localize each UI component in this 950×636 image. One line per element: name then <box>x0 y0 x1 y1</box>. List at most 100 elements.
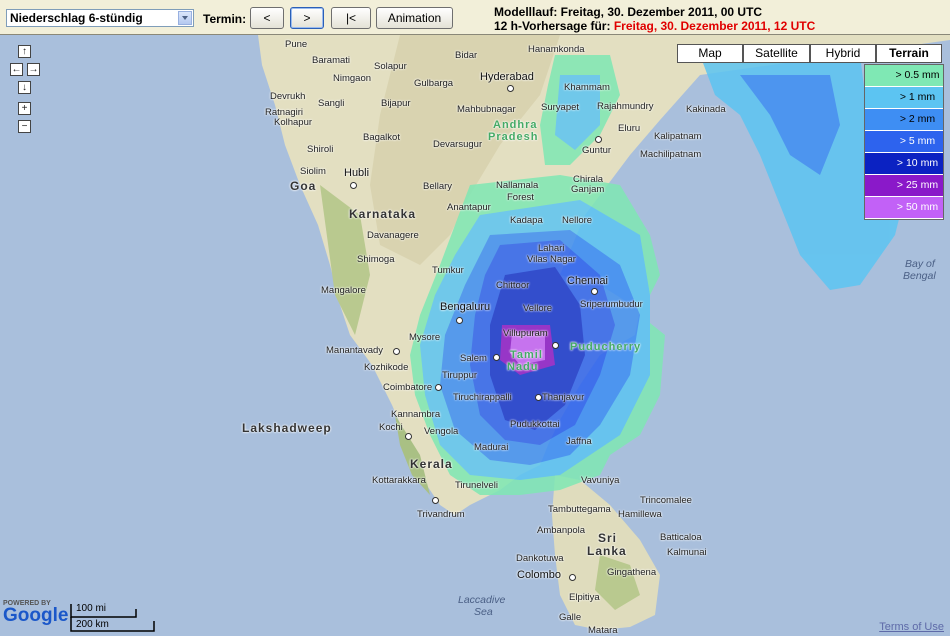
legend-swatch <box>865 197 892 218</box>
place-label: Jaffna <box>566 436 592 447</box>
place-label: Colombo <box>517 569 562 581</box>
maptype-map[interactable]: Map <box>677 44 743 63</box>
place-label: Machilipatnam <box>640 149 702 160</box>
terms-of-use-link[interactable]: Terms of Use <box>879 621 944 633</box>
google-wordmark: Google <box>3 605 69 626</box>
place-label: Pudukkottai <box>510 419 560 430</box>
place-label: Solapur <box>374 61 407 72</box>
chevron-down-icon[interactable] <box>178 11 192 25</box>
place-label: Kadapa <box>510 215 543 226</box>
place-label: Matara <box>588 625 618 636</box>
place-label: Manantavady <box>326 345 384 356</box>
termin-label: Termin: <box>203 12 247 26</box>
place-label: Trincomalee <box>640 495 692 506</box>
maptype-terrain[interactable]: Terrain <box>876 44 942 63</box>
place-label: Chittoor <box>496 280 530 291</box>
precipitation-legend: > 0.5 mm > 1 mm > 2 mm > 5 mm > 10 mm > 25 mm… <box>864 64 944 220</box>
place-label: Vilas Nagar <box>527 254 576 265</box>
pan-right-icon[interactable]: → <box>27 63 40 76</box>
city-marker <box>432 497 439 504</box>
place-label: Guntur <box>582 145 612 156</box>
place-label: Kakinada <box>686 104 726 115</box>
sea-label: Bay of <box>905 258 935 270</box>
place-label: Baramati <box>312 55 351 66</box>
animation-button[interactable]: Animation <box>376 7 453 29</box>
legend-label: > 0.5 mm <box>892 65 943 86</box>
place-label: Kalmunai <box>667 547 707 558</box>
zoom-in-icon[interactable]: + <box>18 102 31 115</box>
place-label: Suryapet <box>541 102 580 113</box>
legend-label: > 50 mm <box>892 197 943 218</box>
place-label: Puducherry <box>570 341 642 353</box>
state-label: Nadu <box>507 361 539 373</box>
scale-miles: 100 mi <box>76 603 107 614</box>
place-label: Kozhikode <box>364 362 409 373</box>
place-label: Forest <box>507 192 534 203</box>
place-label: Hamillewa <box>618 509 662 520</box>
city-marker <box>393 348 400 355</box>
maptype-hybrid[interactable]: Hybrid <box>810 44 876 63</box>
place-label: Salem <box>460 353 487 364</box>
zoom-out-icon[interactable]: − <box>18 120 31 133</box>
place-label: Kannambra <box>391 409 441 420</box>
maptype-satellite[interactable]: Satellite <box>743 44 810 63</box>
legend-label: > 5 mm <box>892 131 943 152</box>
place-label: Devrukh <box>270 91 306 102</box>
map-canvas[interactable]: ↑ ← → ↓ + − Map Satellite Hybrid Terrain… <box>0 35 950 636</box>
country-label: Sri <box>598 531 618 545</box>
city-marker <box>595 136 602 143</box>
place-label: Mangalore <box>321 285 366 296</box>
place-label: Coimbatore <box>383 382 433 393</box>
legend-row: > 25 mm <box>865 175 943 197</box>
sea-label: Laccadive <box>458 594 506 606</box>
forecast-line: 12 h-Vorhersage für: Freitag, 30. Dezemb… <box>494 19 815 33</box>
legend-row: > 1 mm <box>865 87 943 109</box>
state-label: Kerala <box>410 457 453 471</box>
place-label: Vellore <box>523 303 553 314</box>
place-label: Bagalkot <box>363 132 400 143</box>
model-run-text: Modelllauf: Freitag, 30. Dezember 2011, … <box>494 5 763 19</box>
place-label: Kottarakkara <box>372 475 426 486</box>
place-label: Eluru <box>618 123 641 134</box>
state-label: Andhra <box>493 119 538 131</box>
place-label: Pune <box>285 39 308 50</box>
pan-up-icon[interactable]: ↑ <box>18 45 31 58</box>
run-info: Modelllauf: Freitag, 30. Dezember 2011, … <box>494 5 815 33</box>
state-label: Pradesh <box>488 131 539 143</box>
place-label: Gingathena <box>607 567 657 578</box>
place-label: Vengola <box>424 426 459 437</box>
pan-left-icon[interactable]: ← <box>10 63 23 76</box>
place-label: Galle <box>559 612 582 623</box>
sea-label: Bengal <box>903 270 936 282</box>
place-label: Batticaloa <box>660 532 702 543</box>
city-marker <box>493 354 500 361</box>
place-label: Chennai <box>567 275 608 287</box>
product-select-value: Niederschlag 6-stündig <box>10 11 143 25</box>
legend-label: > 25 mm <box>892 175 943 196</box>
place-label: Ganjam <box>571 184 605 195</box>
forecast-prefix: 12 h-Vorhersage für: <box>494 19 614 33</box>
previous-button[interactable]: < <box>250 7 284 29</box>
legend-swatch <box>865 131 892 152</box>
city-marker <box>456 317 463 324</box>
place-label: Devarsugur <box>433 139 483 150</box>
place-label: Shiroli <box>307 144 334 155</box>
pan-down-icon[interactable]: ↓ <box>18 81 31 94</box>
place-label: Dankotuwa <box>516 553 564 564</box>
place-label: Tumkur <box>432 265 464 276</box>
place-label: Nimgaon <box>333 73 372 84</box>
place-label: Lahari <box>538 243 565 254</box>
place-label: Thanjavur <box>542 392 585 403</box>
place-label: Gulbarga <box>414 78 454 89</box>
toolbar: Niederschlag 6-stündig Termin: < > |< An… <box>0 0 950 35</box>
place-label: Anantapur <box>447 202 491 213</box>
place-label: Hanamkonda <box>528 44 585 55</box>
place-label: Mahbubnagar <box>457 104 516 115</box>
next-button[interactable]: > <box>290 7 324 29</box>
google-logo[interactable]: POWERED BY Google <box>3 600 68 625</box>
place-label: Ambanpola <box>537 525 586 536</box>
place-label: Bengaluru <box>440 301 491 313</box>
first-button[interactable]: |< <box>331 7 371 29</box>
product-select[interactable]: Niederschlag 6-stündig <box>6 9 194 27</box>
place-label: Tiruchirappalli <box>453 392 512 403</box>
